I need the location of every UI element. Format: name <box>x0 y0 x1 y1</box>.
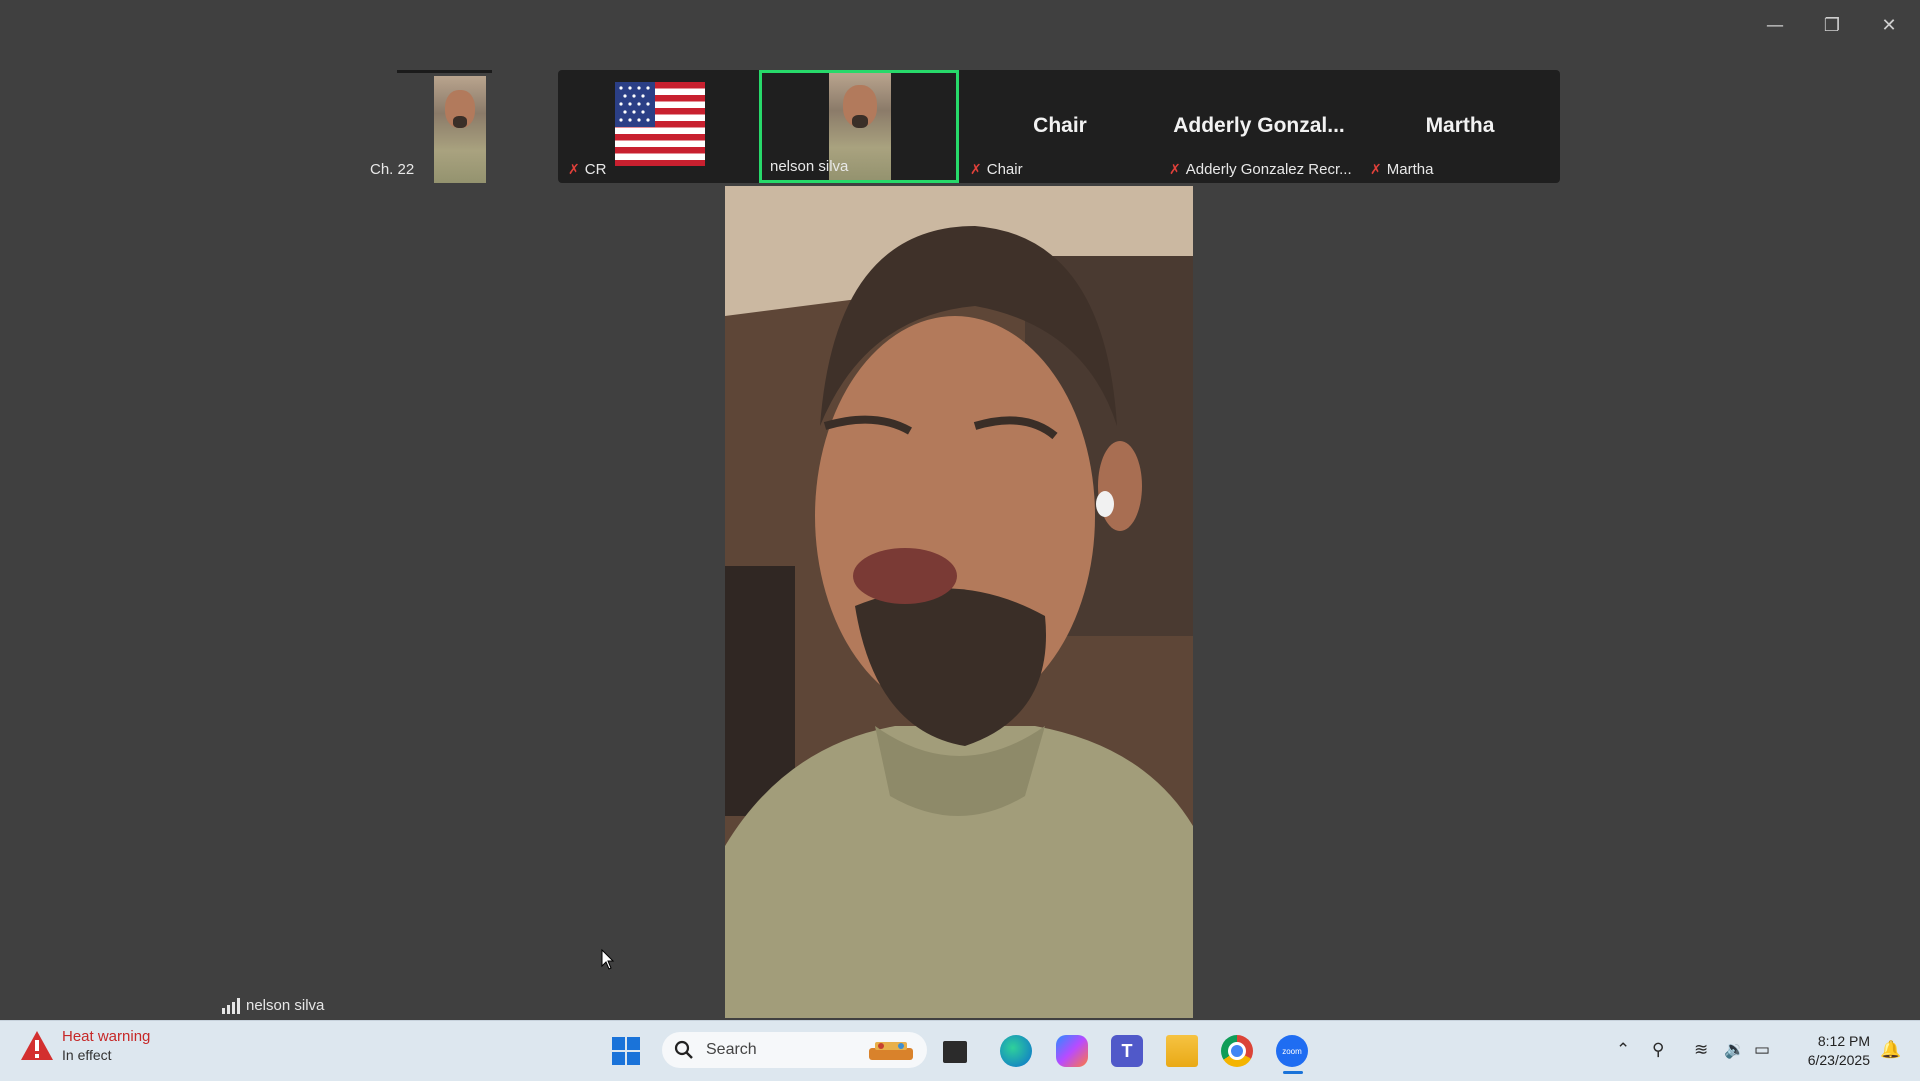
clock-date: 6/23/2025 <box>1807 1052 1870 1068</box>
muted-mic-icon: ✗ <box>568 162 580 178</box>
participant-name: CR <box>584 161 607 178</box>
muted-mic-icon: ✗ <box>1370 162 1382 178</box>
participant-tile-adderly[interactable]: Adderly Gonzal... ✗ Adderly Gonzalez Recr… <box>1161 70 1357 183</box>
signal-strength-icon <box>222 997 240 1014</box>
speaker-video-frame <box>725 186 1193 1018</box>
participant-tile-cr[interactable]: ✗ CR <box>560 70 756 183</box>
speaker-name: nelson silva <box>246 997 325 1014</box>
file-explorer-icon[interactable] <box>1166 1035 1198 1067</box>
active-app-indicator <box>1283 1071 1303 1074</box>
wifi-icon[interactable]: ≋ <box>1694 1040 1708 1060</box>
edge-browser-icon[interactable] <box>1000 1035 1032 1067</box>
clock-time: 8:12 PM <box>1817 1033 1870 1049</box>
search-highlight-icon <box>869 1042 913 1060</box>
weather-widget[interactable]: Heat warning In effect <box>20 1028 150 1064</box>
zoom-app-icon[interactable]: zoom <box>1276 1035 1308 1067</box>
search-placeholder: Search <box>706 1041 757 1058</box>
zoom-badge-label: zoom <box>1282 1046 1302 1056</box>
participant-video <box>434 76 486 183</box>
system-clock[interactable]: 8:12 PM 6/23/2025 <box>1790 1032 1870 1070</box>
teams-icon[interactable]: T <box>1111 1035 1143 1067</box>
heat-warning-icon <box>21 1031 53 1060</box>
participant-tile-ch22[interactable]: Ch. 22 <box>362 70 556 183</box>
speaker-name-label: nelson silva <box>222 997 324 1014</box>
mouse-pointer-icon <box>601 949 615 970</box>
notification-bell-icon[interactable]: 🔔 <box>1880 1040 1901 1060</box>
participant-name: Ch. 22 <box>370 161 415 178</box>
weather-subtitle: In effect <box>62 1047 112 1063</box>
restore-button[interactable]: ❐ <box>1812 10 1852 40</box>
participant-tile-nelson-silva[interactable]: nelson silva <box>759 70 959 183</box>
minimize-button[interactable]: — <box>1755 10 1795 40</box>
participant-display-name: Martha <box>1425 114 1495 137</box>
search-icon <box>674 1040 693 1059</box>
participant-name: Adderly Gonzalez Recr... <box>1185 161 1352 178</box>
tile-top-bar <box>397 70 492 73</box>
weather-title: Heat warning <box>62 1028 151 1045</box>
muted-mic-icon: ✗ <box>1169 162 1181 178</box>
us-flag-icon <box>615 82 705 166</box>
close-button[interactable]: ✕ <box>1869 10 1909 40</box>
show-hidden-icons-chevron-icon[interactable]: ⌃ <box>1616 1040 1630 1060</box>
participant-name: Chair <box>986 161 1023 178</box>
main-speaker-video <box>725 186 1193 1018</box>
volume-icon[interactable]: 🔉 <box>1724 1040 1745 1060</box>
muted-mic-icon: ✗ <box>970 162 982 178</box>
participant-tile-martha[interactable]: Martha ✗ Martha <box>1362 70 1558 183</box>
chrome-icon[interactable] <box>1221 1035 1253 1067</box>
taskbar-search[interactable]: Search <box>662 1032 927 1068</box>
windows-logo-icon <box>612 1037 640 1065</box>
battery-icon[interactable]: ▭ <box>1754 1040 1770 1060</box>
participant-display-name: Chair <box>1033 114 1087 137</box>
copilot-icon[interactable] <box>1056 1035 1088 1067</box>
participant-display-name: Adderly Gonzal... <box>1173 114 1345 137</box>
participant-name: nelson silva <box>770 158 849 175</box>
participant-tile-chair[interactable]: Chair ✗ Chair <box>962 70 1158 183</box>
task-view-icon[interactable] <box>943 1041 967 1063</box>
participant-name: Martha <box>1386 161 1434 178</box>
start-button[interactable] <box>610 1035 642 1067</box>
location-icon[interactable]: ⚲ <box>1652 1040 1664 1060</box>
